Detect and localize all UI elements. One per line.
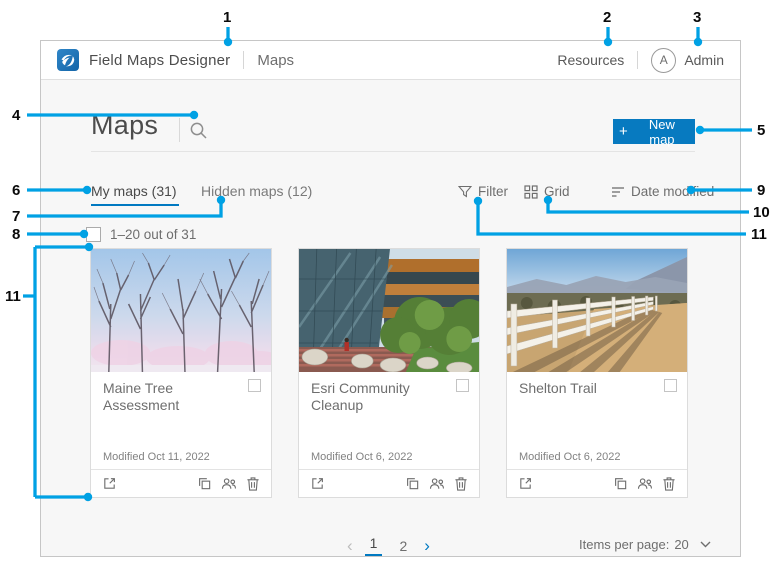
resources-link[interactable]: Resources	[557, 52, 624, 68]
plus-icon: +	[619, 123, 628, 140]
delete-icon[interactable]	[660, 475, 677, 492]
card-actions	[612, 475, 677, 492]
chevron-down-icon	[700, 541, 711, 548]
esri-logo-icon	[57, 49, 79, 71]
nav-item-maps[interactable]: Maps	[257, 52, 294, 69]
card-title[interactable]: Shelton Trail	[519, 380, 597, 397]
page-1-button[interactable]: 1	[364, 535, 383, 556]
items-per-page-select[interactable]: Items per page: 20	[579, 537, 711, 552]
tab-my-maps[interactable]: My maps (31)	[91, 183, 177, 199]
duplicate-icon[interactable]	[404, 475, 421, 492]
page-next-icon[interactable]: ›	[424, 537, 430, 554]
active-tab-underline	[91, 204, 179, 206]
grid-icon	[524, 184, 538, 199]
grid-view-control[interactable]: Grid	[524, 184, 570, 199]
card-modified-date: Modified Oct 6, 2022	[519, 451, 621, 463]
selection-range-label: 1–20 out of 31	[110, 227, 197, 242]
callout-number-10: 10	[753, 204, 770, 221]
callout-number-8: 8	[12, 226, 21, 243]
grid-label: Grid	[544, 184, 570, 199]
title-divider	[179, 118, 180, 142]
card-checkbox[interactable]	[248, 379, 261, 392]
card-thumbnail-trail-fence[interactable]	[507, 249, 687, 372]
callout-number-3: 3	[693, 9, 702, 26]
section-divider	[91, 151, 695, 152]
map-card: Maine Tree Assessment Modified Oct 11, 2…	[90, 248, 272, 498]
callout-number-11-right: 11	[751, 226, 767, 243]
card-footer	[507, 469, 687, 497]
header-divider	[243, 51, 245, 69]
open-map-icon[interactable]	[517, 475, 534, 492]
page-title: Maps	[91, 110, 159, 140]
user-name[interactable]: Admin	[684, 52, 724, 68]
filter-funnel-icon	[458, 185, 472, 198]
header-divider-2	[637, 51, 639, 69]
annotated-screenshot: Field Maps Designer Maps Resources A Adm…	[0, 0, 781, 562]
selection-row: 1–20 out of 31	[86, 227, 196, 242]
callout-number-2: 2	[603, 9, 612, 26]
share-group-icon[interactable]	[428, 475, 445, 492]
card-actions	[196, 475, 261, 492]
card-thumbnail-bare-trees[interactable]	[91, 249, 271, 372]
open-map-icon[interactable]	[309, 475, 326, 492]
callout-number-9: 9	[757, 182, 766, 199]
header-right: Resources A Admin	[557, 47, 724, 73]
callout-number-5: 5	[757, 122, 766, 139]
new-map-button[interactable]: + New map	[613, 116, 695, 147]
card-footer	[299, 469, 479, 497]
app-window: Field Maps Designer Maps Resources A Adm…	[40, 40, 741, 557]
items-per-page-label: Items per page:	[579, 537, 670, 552]
duplicate-icon[interactable]	[196, 475, 213, 492]
card-footer	[91, 469, 271, 497]
card-thumbnail-esri-building[interactable]	[299, 249, 479, 372]
sort-icon	[612, 186, 624, 197]
select-all-checkbox[interactable]	[86, 227, 101, 242]
share-group-icon[interactable]	[636, 475, 653, 492]
filter-label: Filter	[478, 184, 508, 199]
card-checkbox[interactable]	[456, 379, 469, 392]
app-title: Field Maps Designer	[89, 51, 231, 69]
filter-control[interactable]: Filter	[458, 184, 508, 199]
app-header: Field Maps Designer Maps Resources A Adm…	[41, 41, 740, 80]
callout-number-11-left: 11	[5, 288, 21, 305]
new-map-label: New map	[648, 116, 675, 147]
card-checkbox[interactable]	[664, 379, 677, 392]
map-card: Esri Community Cleanup Modified Oct 6, 2…	[298, 248, 480, 498]
pagination: ‹ 1 2 ›	[347, 535, 430, 556]
page-2-button[interactable]: 2	[394, 538, 412, 554]
map-card: Shelton Trail Modified Oct 6, 2022	[506, 248, 688, 498]
callout-number-4: 4	[12, 107, 21, 124]
items-per-page-value: 20	[674, 537, 689, 552]
duplicate-icon[interactable]	[612, 475, 629, 492]
delete-icon[interactable]	[452, 475, 469, 492]
avatar[interactable]: A	[651, 47, 677, 73]
card-modified-date: Modified Oct 6, 2022	[311, 451, 413, 463]
share-group-icon[interactable]	[220, 475, 237, 492]
card-actions	[404, 475, 469, 492]
card-title[interactable]: Esri Community Cleanup	[311, 380, 441, 414]
delete-icon[interactable]	[244, 475, 261, 492]
tab-hidden-maps[interactable]: Hidden maps (12)	[201, 183, 312, 199]
callout-number-7: 7	[12, 208, 21, 225]
open-map-icon[interactable]	[101, 475, 118, 492]
sort-control[interactable]: Date modified	[611, 184, 714, 199]
callout-number-1: 1	[223, 9, 232, 26]
sort-label: Date modified	[631, 184, 715, 199]
card-modified-date: Modified Oct 11, 2022	[103, 451, 210, 463]
search-icon[interactable]	[189, 121, 209, 141]
map-card-grid: Maine Tree Assessment Modified Oct 11, 2…	[90, 248, 688, 498]
card-title[interactable]: Maine Tree Assessment	[103, 380, 233, 414]
page-prev-icon[interactable]: ‹	[347, 537, 353, 554]
callout-number-6: 6	[12, 182, 21, 199]
